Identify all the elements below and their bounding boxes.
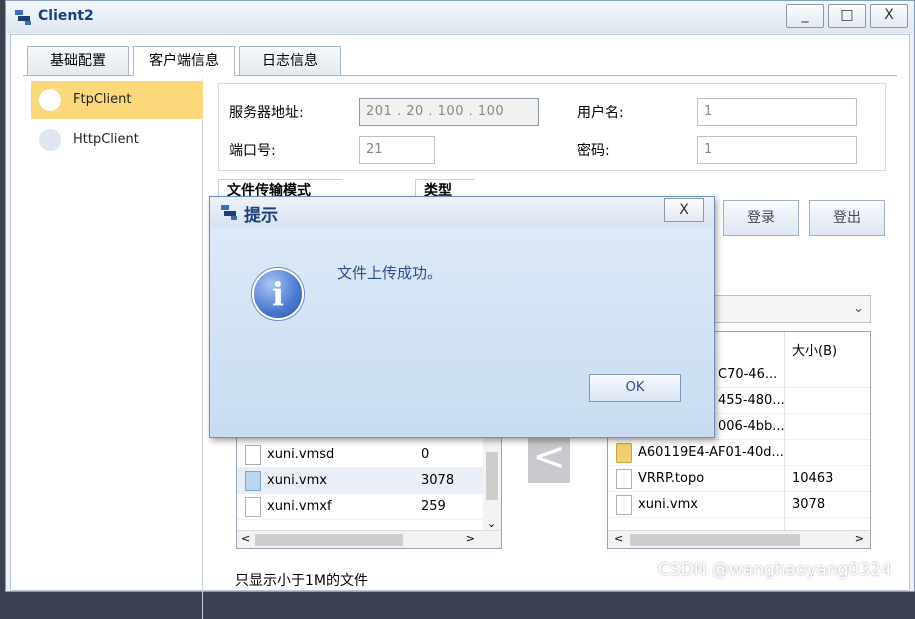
list-item[interactable]: xuni.vmx 3078 <box>237 468 501 494</box>
chevron-down-icon[interactable]: ⌄ <box>487 517 496 530</box>
scroll-thumb[interactable] <box>630 534 800 546</box>
horizontal-scrollbar[interactable]: < > <box>237 530 501 548</box>
chevron-left-icon: < <box>532 434 566 480</box>
minimize-button[interactable]: _ <box>786 4 824 28</box>
password-field[interactable]: 1 <box>697 136 857 164</box>
port-label: 端口号: <box>229 143 276 159</box>
file-icon <box>616 469 632 489</box>
file-icon <box>616 495 632 515</box>
horizontal-scrollbar[interactable]: < > <box>608 530 870 548</box>
tab-client-info[interactable]: 客户端信息 <box>133 46 235 76</box>
app-icon <box>221 205 237 220</box>
dialog-title: 提示 <box>244 206 278 226</box>
chevron-left-icon[interactable]: < <box>241 532 250 545</box>
port-field[interactable]: 21 <box>359 136 435 164</box>
info-icon: i <box>252 268 304 320</box>
remote-path-select[interactable]: ⌄ <box>713 295 871 323</box>
vmx-file-icon <box>245 471 261 491</box>
download-arrow-button[interactable]: < <box>528 435 570 483</box>
server-settings-panel: 服务器地址: 201 . 20 . 100 . 100 用户名: 1 端口号: … <box>218 83 886 171</box>
info-dialog: 提示 X i 文件上传成功。 OK <box>209 196 715 438</box>
app-icon <box>15 10 31 25</box>
file-icon <box>245 445 261 465</box>
scroll-thumb[interactable] <box>255 534 403 546</box>
dialog-close-button[interactable]: X <box>664 198 704 222</box>
client-sidebar: FtpClient HttpClient <box>31 79 203 619</box>
scroll-thumb[interactable] <box>486 452 498 500</box>
dialog-message: 文件上传成功。 <box>337 264 443 282</box>
sidebar-item-ftpclient[interactable]: FtpClient <box>31 81 203 119</box>
username-label: 用户名: <box>577 105 624 121</box>
file-icon <box>245 497 261 517</box>
tab-basic-config[interactable]: 基础配置 <box>27 46 129 76</box>
list-item[interactable]: xuni.vmxf 259 <box>237 494 501 520</box>
watermark: CSDN @wanghaoyang0324 <box>658 560 892 580</box>
list-item[interactable]: A60119E4-AF01-40d... <box>608 440 870 466</box>
chevron-right-icon[interactable]: > <box>855 532 864 545</box>
size-column-header[interactable]: 大小(B) <box>792 340 837 359</box>
sidebar-item-httpclient[interactable]: HttpClient <box>31 121 203 159</box>
server-address-label: 服务器地址: <box>229 105 304 121</box>
tab-log-info[interactable]: 日志信息 <box>239 46 341 76</box>
sidebar-item-label: FtpClient <box>73 92 132 107</box>
client-status-icon <box>39 129 61 151</box>
client-status-icon <box>39 89 61 111</box>
maximize-button[interactable]: □ <box>828 4 866 28</box>
folder-icon <box>616 443 632 463</box>
chevron-right-icon[interactable]: > <box>466 532 475 545</box>
close-button[interactable]: X <box>870 4 908 28</box>
username-field[interactable]: 1 <box>697 98 857 126</box>
ok-button[interactable]: OK <box>589 374 681 402</box>
list-item[interactable]: xuni.vmsd 0 <box>237 442 501 468</box>
list-item[interactable]: xuni.vmx 3078 <box>608 492 870 518</box>
chevron-left-icon[interactable]: < <box>614 532 623 545</box>
size-filter-label: 只显示小于1M的文件 <box>235 573 368 589</box>
dialog-title-bar[interactable]: 提示 X <box>210 197 714 227</box>
password-label: 密码: <box>577 143 610 159</box>
dialog-body: i 文件上传成功。 OK <box>211 228 713 436</box>
server-address-field[interactable]: 201 . 20 . 100 . 100 <box>359 98 539 126</box>
list-item[interactable]: VRRP.topo 10463 <box>608 466 870 492</box>
logout-button[interactable]: 登出 <box>809 200 885 236</box>
window-title: Client2 <box>38 8 94 24</box>
chevron-down-icon: ⌄ <box>853 301 864 316</box>
login-button[interactable]: 登录 <box>723 200 799 236</box>
title-bar[interactable]: Client2 _ □ X <box>6 1 914 33</box>
sidebar-item-label: HttpClient <box>73 132 139 147</box>
